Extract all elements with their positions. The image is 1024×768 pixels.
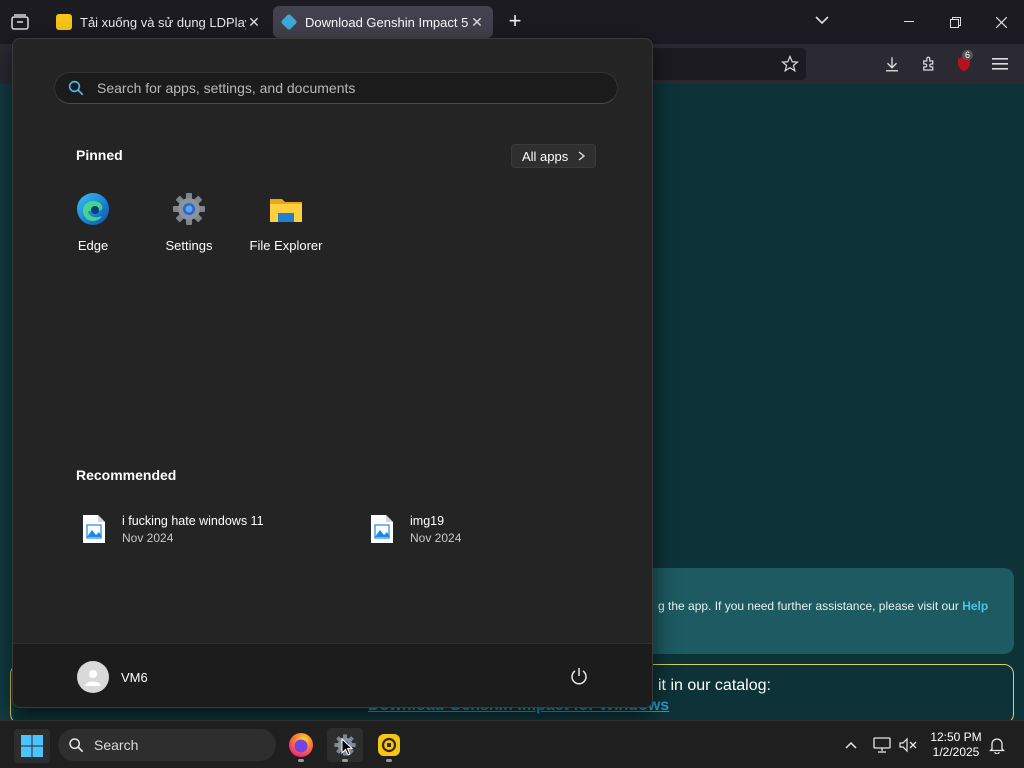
downloads-button[interactable] <box>880 52 904 76</box>
catalog-text: it in our catalog: <box>658 677 771 694</box>
recommended-title: Recommended <box>76 467 177 483</box>
tab-title: Download Genshin Impact 5.3.0 <box>305 14 469 30</box>
app-menu-button[interactable] <box>988 52 1012 76</box>
recommended-item[interactable]: img19 Nov 2024 <box>370 509 461 549</box>
pinned-app-label: Edge <box>77 238 109 253</box>
restore-icon <box>949 16 961 28</box>
start-menu-footer: VM6 <box>13 643 652 707</box>
taskbar-app-ldplayer[interactable] <box>371 728 407 762</box>
folder-icon <box>270 199 302 222</box>
settings-gear-icon <box>173 193 205 225</box>
edge-icon <box>77 193 109 225</box>
minimize-button[interactable] <box>886 0 932 44</box>
search-icon <box>69 738 84 753</box>
bell-icon <box>989 737 1005 754</box>
image-file-icon <box>83 515 105 543</box>
close-tab-icon[interactable]: ✕ <box>469 14 485 31</box>
start-menu: Pinned All apps Edge Settings <box>12 38 653 708</box>
recommended-item[interactable]: i fucking hate windows 11 Nov 2024 <box>82 509 264 549</box>
running-indicator <box>298 759 304 762</box>
tab-overview-icon <box>11 14 29 30</box>
network-tray-icon[interactable] <box>871 734 893 756</box>
pinned-app-settings[interactable]: Settings <box>143 187 235 253</box>
close-window-button[interactable] <box>978 0 1024 44</box>
tab-genshin[interactable]: Download Genshin Impact 5.3.0 ✕ <box>273 6 493 38</box>
recommended-item-name: img19 <box>410 513 445 528</box>
chevron-right-icon <box>578 151 586 161</box>
notifications-button[interactable] <box>986 734 1008 756</box>
download-icon <box>886 57 898 72</box>
tab-title: Tải xuống và sử dụng LDPlayer <box>80 14 246 30</box>
pinned-app-label: File Explorer <box>249 238 323 253</box>
system-clock[interactable]: 12:50 PM 1/2/2025 <box>922 730 990 760</box>
close-icon <box>995 16 1007 28</box>
info-message: g the app. If you need further assistanc… <box>658 599 963 613</box>
running-indicator <box>342 759 348 762</box>
chevron-up-icon <box>845 741 857 749</box>
pinned-title: Pinned <box>76 147 123 163</box>
info-text: g the app. If you need further assistanc… <box>658 599 988 613</box>
help-link[interactable]: Help <box>962 599 988 613</box>
pinned-app-file-explorer[interactable]: File Explorer <box>240 187 332 253</box>
mouse-cursor-icon <box>341 738 353 756</box>
image-file-icon <box>371 515 393 543</box>
pinned-app-edge[interactable]: Edge <box>47 187 139 253</box>
chevron-down-icon <box>815 16 829 25</box>
clock-date: 1/2/2025 <box>932 745 980 759</box>
volume-tray-icon[interactable] <box>897 734 919 756</box>
minimize-icon <box>904 21 914 22</box>
power-button[interactable] <box>569 666 589 691</box>
start-search-box[interactable] <box>54 72 618 104</box>
star-icon <box>781 55 799 73</box>
list-tabs-button[interactable] <box>815 12 829 30</box>
taskbar: Search 12:50 PM 1/2/2025 <box>0 720 1024 768</box>
ublock-count-badge: 6 <box>962 50 974 60</box>
user-account-button[interactable]: VM6 <box>77 661 148 693</box>
start-search-input[interactable] <box>97 80 577 96</box>
restore-button[interactable] <box>932 0 978 44</box>
user-name: VM6 <box>121 669 148 685</box>
genshin-favicon-icon <box>280 13 298 31</box>
recommended-item-date: Nov 2024 <box>410 530 462 545</box>
running-indicator <box>386 759 392 762</box>
power-icon <box>571 668 587 685</box>
user-icon <box>85 670 101 686</box>
show-hidden-icons-button[interactable] <box>840 734 862 756</box>
all-apps-label: All apps <box>522 148 569 164</box>
taskbar-app-firefox[interactable] <box>283 728 319 762</box>
ldplayer-icon <box>378 734 400 756</box>
avatar <box>77 661 109 693</box>
new-tab-button[interactable]: + <box>503 10 527 34</box>
bookmark-star-button[interactable] <box>778 52 802 76</box>
network-icon <box>873 737 891 753</box>
ldplayer-favicon-icon <box>56 14 72 30</box>
taskbar-search[interactable]: Search <box>58 729 276 761</box>
hamburger-menu-icon <box>992 58 1008 70</box>
windows-logo-icon <box>21 735 43 757</box>
volume-muted-icon <box>899 737 917 753</box>
recommended-item-date: Nov 2024 <box>122 530 174 545</box>
firefox-icon <box>289 733 313 757</box>
puzzle-icon <box>923 56 934 71</box>
all-apps-button[interactable]: All apps <box>511 144 597 168</box>
recommended-item-name: i fucking hate windows 11 <box>122 513 264 528</box>
tab-ldplayer[interactable]: Tải xuống và sử dụng LDPlayer ✕ <box>48 6 270 38</box>
pinned-app-label: Settings <box>165 238 213 253</box>
taskbar-search-label: Search <box>94 737 139 753</box>
search-icon <box>68 80 84 96</box>
close-tab-icon[interactable]: ✕ <box>246 14 262 31</box>
extensions-button[interactable] <box>917 52 941 76</box>
start-button[interactable] <box>14 729 50 763</box>
clock-time: 12:50 PM <box>930 730 982 744</box>
